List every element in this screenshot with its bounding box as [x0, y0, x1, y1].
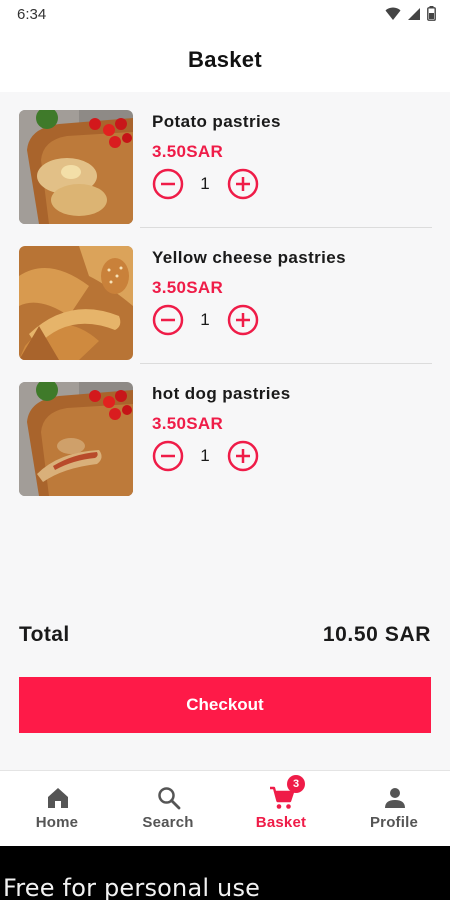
- bottom-nav: Home Search 3 Basket Profile: [0, 770, 450, 846]
- nav-label: Search: [142, 814, 194, 831]
- battery-icon: [427, 6, 436, 21]
- nav-label: Basket: [255, 814, 307, 831]
- item-name: hot dog pastries: [152, 384, 291, 403]
- cart-item: Yellow cheese pastries 3.50SAR 1: [0, 228, 450, 364]
- nav-item-home[interactable]: Home: [1, 771, 113, 847]
- watermark-text: Free for personal use: [3, 874, 261, 900]
- quantity-value: 1: [200, 446, 210, 465]
- item-name: Potato pastries: [152, 112, 281, 131]
- item-name: Yellow cheese pastries: [152, 248, 347, 267]
- quantity-value: 1: [200, 174, 210, 193]
- person-icon: [385, 788, 405, 808]
- decrease-quantity-button[interactable]: [152, 304, 184, 336]
- increase-quantity-button[interactable]: [227, 304, 259, 336]
- total-value: 10.50 SAR: [322, 623, 431, 646]
- search-icon: [158, 787, 181, 810]
- nav-label: Profile: [369, 814, 419, 831]
- nav-label: Home: [35, 814, 79, 831]
- product-image[interactable]: [19, 382, 133, 496]
- home-icon: [48, 788, 68, 808]
- product-image[interactable]: [19, 246, 133, 360]
- cart-item: hot dog pastries 3.50SAR 1: [0, 364, 450, 500]
- item-price: 3.50SAR: [152, 414, 224, 433]
- total-label: Total: [19, 623, 70, 646]
- item-price: 3.50SAR: [152, 142, 224, 161]
- cart-item: Potato pastries 3.50SAR 1: [0, 92, 450, 228]
- nav-item-basket[interactable]: 3 Basket: [225, 771, 337, 847]
- increase-quantity-button[interactable]: [227, 440, 259, 472]
- nav-item-search[interactable]: Search: [112, 771, 224, 847]
- item-price: 3.50SAR: [152, 278, 224, 297]
- quantity-value: 1: [200, 310, 210, 329]
- increase-quantity-button[interactable]: [227, 168, 259, 200]
- status-bar: 6:34: [0, 0, 450, 30]
- status-time: 6:34: [17, 6, 47, 23]
- status-icons: [385, 6, 436, 21]
- product-image[interactable]: [19, 110, 133, 224]
- wifi-icon: [385, 7, 401, 20]
- cart-count-badge: 3: [287, 775, 305, 793]
- decrease-quantity-button[interactable]: [152, 440, 184, 472]
- checkout-button[interactable]: Checkout: [19, 677, 431, 733]
- decrease-quantity-button[interactable]: [152, 168, 184, 200]
- signal-icon: [408, 7, 420, 20]
- nav-item-profile[interactable]: Profile: [338, 771, 450, 847]
- app-header: Basket: [0, 30, 450, 92]
- page-title: Basket: [188, 47, 262, 72]
- watermark-bar: Free for personal use: [0, 846, 450, 900]
